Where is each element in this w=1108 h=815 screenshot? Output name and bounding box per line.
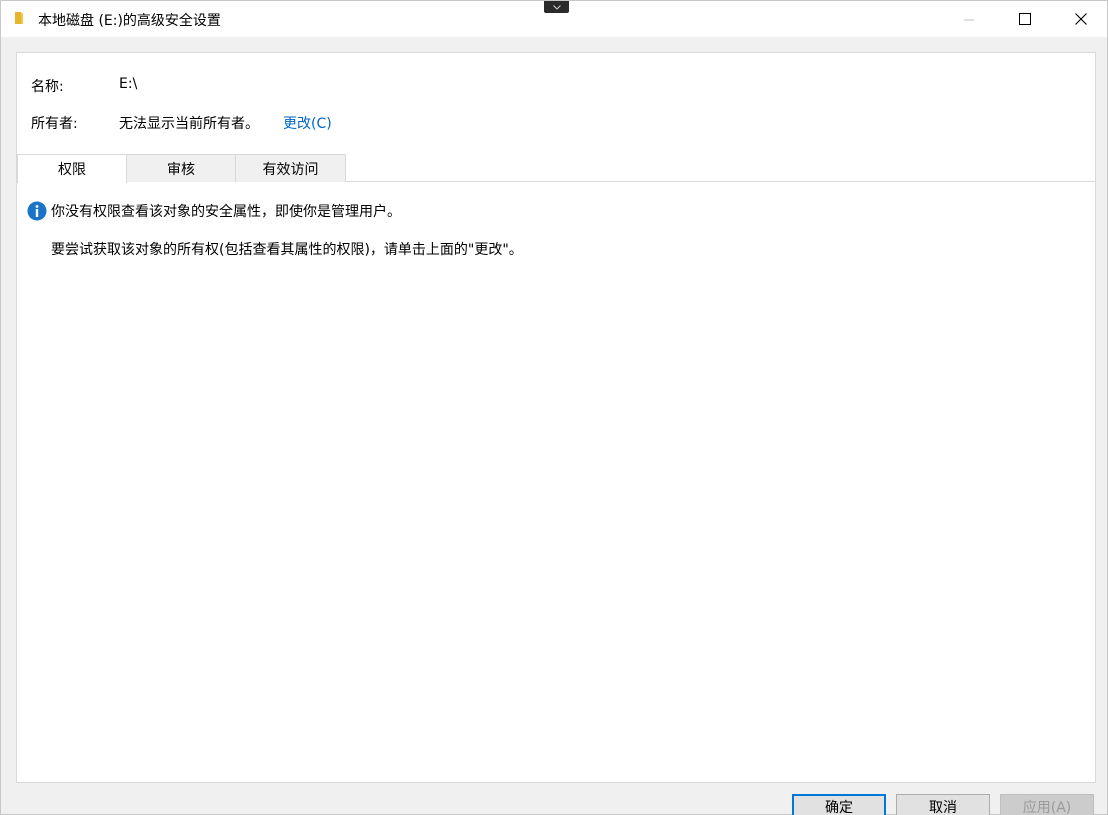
info-icon — [27, 201, 47, 221]
tab-effective-access[interactable]: 有效访问 — [235, 154, 346, 182]
close-button[interactable] — [1053, 1, 1108, 37]
ok-button[interactable]: 确定 — [792, 794, 886, 815]
owner-value: 无法显示当前所有者。 — [119, 116, 259, 132]
message-line-1: 你没有权限查看该对象的安全属性，即使你是管理用户。 — [51, 204, 401, 220]
apply-button[interactable]: 应用(A) — [1000, 794, 1094, 815]
change-owner-link[interactable]: 更改(C) — [283, 113, 332, 133]
title-bar[interactable]: 本地磁盘 (E:)的高级安全设置 — [1, 1, 1107, 37]
tab-bar: 权限 审核 有效访问 — [17, 154, 1095, 183]
folder-icon — [14, 11, 24, 25]
maximize-button[interactable] — [997, 1, 1053, 37]
chevron-down-icon[interactable] — [544, 1, 569, 13]
name-value: E:\ — [119, 76, 138, 92]
owner-label: 所有者: — [31, 116, 78, 132]
no-permission-message: 你没有权限查看该对象的安全属性，即使你是管理用户。 — [27, 201, 401, 221]
minimize-icon — [964, 19, 974, 21]
minimize-button[interactable] — [941, 1, 997, 37]
security-settings-window: 本地磁盘 (E:)的高级安全设置 名称: E:\ 所有者: 无法显示当前所有者。… — [0, 0, 1108, 815]
maximize-icon — [1019, 13, 1031, 25]
window-title: 本地磁盘 (E:)的高级安全设置 — [38, 13, 221, 29]
close-icon — [1075, 13, 1087, 25]
cancel-button[interactable]: 取消 — [896, 794, 990, 815]
message-line-2: 要尝试获取该对象的所有权(包括查看其属性的权限)，请单击上面的"更改"。 — [51, 242, 523, 258]
tab-permissions[interactable]: 权限 — [17, 154, 127, 183]
content-panel: 名称: E:\ 所有者: 无法显示当前所有者。 更改(C) 权限 审核 有效访问… — [16, 52, 1096, 783]
tab-auditing[interactable]: 审核 — [126, 154, 236, 182]
name-label: 名称: — [31, 79, 64, 95]
